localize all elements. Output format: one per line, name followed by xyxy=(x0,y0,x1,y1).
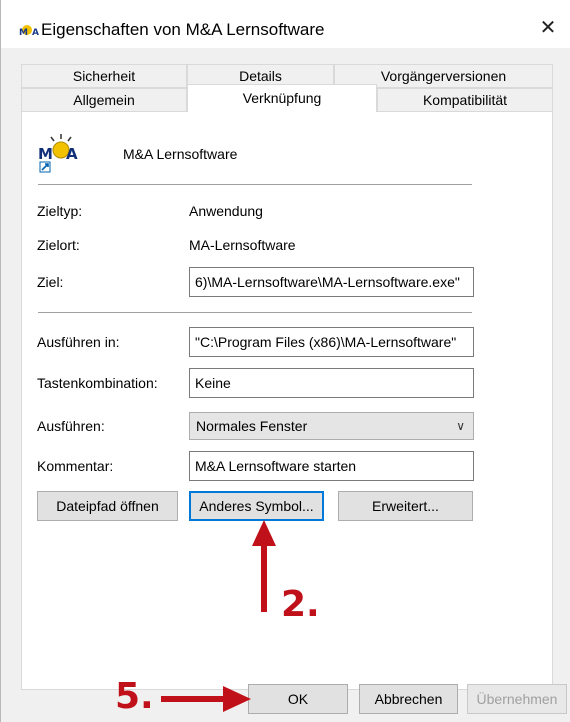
close-button[interactable]: ✕ xyxy=(525,8,570,48)
tastenkombination-input[interactable]: Keine xyxy=(189,368,474,398)
ziel-label: Ziel: xyxy=(37,274,64,290)
tab-sicherheit[interactable]: Sicherheit xyxy=(21,64,187,88)
ausfuehren-select[interactable]: Normales Fenster ∨ xyxy=(189,412,474,440)
annotation-arrow-right-icon xyxy=(161,686,251,712)
title-bar: M A Eigenschaften von M&A Lernsoftware ✕ xyxy=(1,0,570,48)
ziel-input[interactable]: 6)\MA-Lernsoftware\MA-Lernsoftware.exe" xyxy=(189,267,474,297)
kommentar-label: Kommentar: xyxy=(37,458,114,474)
abbrechen-button[interactable]: Abbrechen xyxy=(359,684,458,714)
ausfuehren-label: Ausführen: xyxy=(37,418,105,434)
tab-allgemein[interactable]: Allgemein xyxy=(21,88,187,112)
erweitert-button[interactable]: Erweitert... xyxy=(338,491,473,521)
zielort-value: MA-Lernsoftware xyxy=(189,237,296,253)
uebernehmen-button[interactable]: Übernehmen xyxy=(467,684,567,714)
window-title: Eigenschaften von M&A Lernsoftware xyxy=(41,20,325,39)
zielort-label: Zielort: xyxy=(37,237,80,253)
kommentar-input[interactable]: M&A Lernsoftware starten xyxy=(189,451,474,481)
shortcut-name: M&A Lernsoftware xyxy=(123,146,238,162)
annotation-step-5: 5. xyxy=(115,676,154,717)
separator xyxy=(38,184,472,185)
ausfuehren-in-input[interactable]: "C:\Program Files (x86)\MA-Lernsoftware" xyxy=(189,327,474,357)
svg-text:A: A xyxy=(66,145,78,163)
properties-dialog: M A Eigenschaften von M&A Lernsoftware ✕… xyxy=(0,0,570,722)
ausfuehren-in-label: Ausführen in: xyxy=(37,334,120,350)
app-icon: M A xyxy=(19,25,39,38)
dateipfad-oeffnen-button[interactable]: Dateipfad öffnen xyxy=(37,491,178,521)
anderes-symbol-button[interactable]: Anderes Symbol... xyxy=(189,491,324,521)
ma-lernsoftware-icon: M A xyxy=(38,134,78,173)
ok-button[interactable]: OK xyxy=(248,684,348,714)
annotation-step-2: 2. xyxy=(281,584,320,625)
svg-text:A: A xyxy=(32,28,39,38)
chevron-down-icon: ∨ xyxy=(456,419,465,433)
zieltyp-value: Anwendung xyxy=(189,203,263,219)
tab-kompatibilitaet[interactable]: Kompatibilität xyxy=(377,88,553,112)
ausfuehren-selected-value: Normales Fenster xyxy=(196,418,308,434)
svg-text:M: M xyxy=(38,145,53,163)
tastenkombination-label: Tastenkombination: xyxy=(37,375,158,391)
zieltyp-label: Zieltyp: xyxy=(37,203,83,219)
separator xyxy=(38,312,472,313)
close-icon: ✕ xyxy=(539,17,557,39)
tab-verknuepfung[interactable]: Verknüpfung xyxy=(187,84,377,113)
annotation-arrow-up-icon xyxy=(252,520,276,612)
svg-text:M: M xyxy=(19,28,28,38)
